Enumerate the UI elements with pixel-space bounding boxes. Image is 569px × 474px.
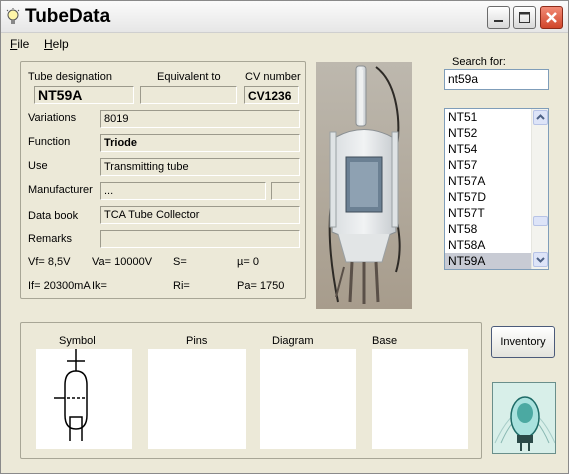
menu-bar: File Help [1, 34, 568, 52]
tube-designation-field[interactable]: NT59A [34, 86, 134, 104]
pins-label: Pins [186, 335, 208, 347]
spec-pa: Pa= 1750 [237, 280, 285, 292]
chevron-down-icon [536, 257, 545, 263]
menu-help[interactable]: Help [44, 37, 69, 51]
tube-listbox[interactable]: NT51 NT52 NT54 NT57 NT57A NT57D NT57T NT58 NT58A… [444, 108, 549, 270]
tube-logo-icon [492, 382, 556, 454]
spec-vf: Vf= 8,5V [28, 256, 71, 268]
triode-symbol-icon [54, 349, 88, 441]
manufacturer-label: Manufacturer [28, 184, 93, 196]
tube-photo [316, 62, 412, 309]
base-label: Base [372, 335, 398, 347]
scroll-down-button[interactable] [533, 252, 548, 267]
diagram-panel [260, 349, 356, 449]
spec-if: If= 20300mA [28, 280, 91, 292]
tubedata-window: TubeData File Help Tube designation Equi… [0, 0, 569, 474]
spec-s: S= [173, 256, 187, 268]
close-button[interactable] [540, 6, 563, 29]
base-panel [372, 349, 468, 449]
maximize-icon [519, 12, 530, 23]
function-label: Function [28, 136, 71, 148]
equivalent-label: Equivalent to [157, 71, 221, 83]
scroll-up-button[interactable] [533, 110, 548, 125]
use-field[interactable]: Transmitting tube [100, 158, 300, 176]
variations-label: Variations [28, 112, 77, 124]
remarks-label: Remarks [28, 233, 73, 245]
manufacturer-field[interactable]: ... [100, 182, 266, 200]
search-input[interactable]: nt59a [444, 69, 549, 90]
equivalent-field[interactable] [140, 86, 237, 104]
databook-field[interactable]: TCA Tube Collector [100, 206, 300, 224]
scroll-thumb[interactable] [533, 216, 548, 226]
lightbulb-icon [6, 8, 20, 24]
close-icon [546, 12, 557, 23]
use-label: Use [28, 160, 48, 172]
symbol-label: Symbol [59, 335, 96, 347]
spec-va: Va= 10000V [92, 256, 153, 268]
chevron-up-icon [536, 114, 545, 120]
maximize-button[interactable] [513, 6, 536, 29]
inventory-button[interactable]: Inventory [491, 326, 555, 358]
list-scrollbar[interactable] [531, 109, 548, 269]
symbol-panel [36, 349, 132, 449]
minimize-icon [494, 20, 503, 22]
pins-panel [148, 349, 246, 449]
tube-designation-label: Tube designation [28, 71, 112, 83]
window-title: TubeData [25, 6, 111, 27]
function-field[interactable]: Triode [100, 134, 300, 152]
spec-ri: Ri= [173, 280, 190, 292]
manufacturer-code-field[interactable] [271, 182, 300, 200]
diagram-label: Diagram [272, 335, 314, 347]
minimize-button[interactable] [487, 6, 510, 29]
menu-file[interactable]: File [10, 37, 29, 51]
title-bar[interactable]: TubeData [1, 1, 568, 33]
remarks-field[interactable] [100, 230, 300, 248]
variations-field[interactable]: 8019 [100, 110, 300, 128]
cv-number-field[interactable]: CV1236 [244, 86, 299, 104]
spec-mu: µ= 0 [237, 256, 259, 268]
search-label: Search for: [452, 56, 506, 68]
databook-label: Data book [28, 210, 79, 222]
cv-number-label: CV number [245, 71, 301, 83]
spec-ik: Ik= [92, 280, 107, 292]
